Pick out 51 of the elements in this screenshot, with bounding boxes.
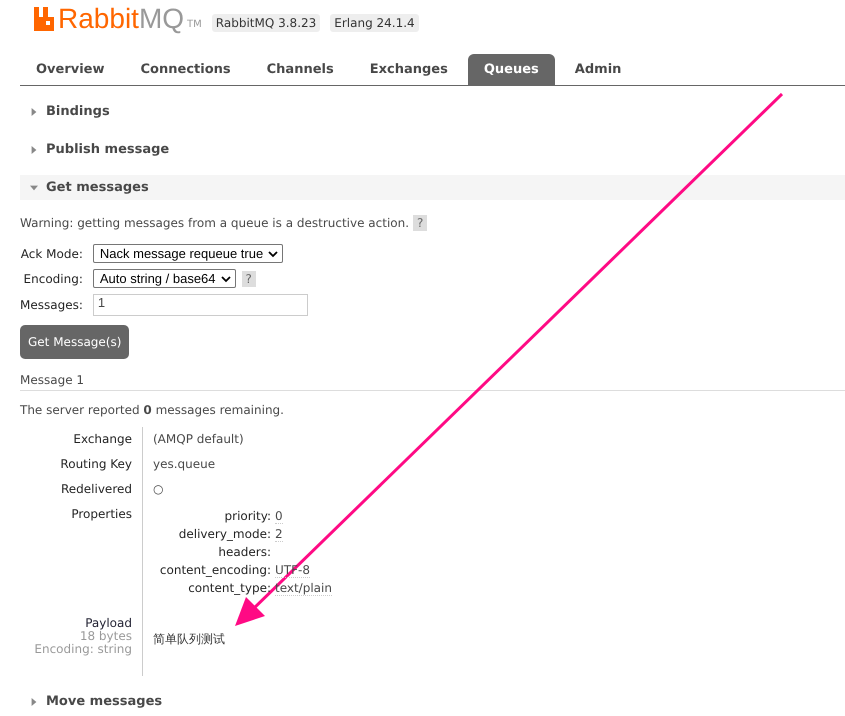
nav-tab[interactable]: Admin: [558, 54, 638, 85]
nav-tab[interactable]: Queues: [468, 54, 555, 85]
property-value: text/plain: [275, 581, 332, 596]
property-value: 2: [275, 527, 283, 542]
section-header[interactable]: Get messages: [20, 175, 845, 200]
fact-value: yes.queue: [153, 457, 216, 471]
nav-tab[interactable]: Connections: [124, 54, 247, 85]
collapse-triangle-icon: [30, 182, 38, 192]
fact-value: (AMQP default): [153, 432, 244, 446]
input-field[interactable]: 1: [92, 294, 308, 316]
version-badge: RabbitMQ 3.8.23: [212, 14, 320, 32]
version-badge: Erlang 24.1.4: [330, 14, 419, 32]
help-button[interactable]: ?: [413, 215, 428, 231]
nav-tab[interactable]: Overview: [20, 54, 121, 85]
rabbitmq-logo: RabbitMQ TM: [32, 4, 202, 34]
payload-encoding: Encoding: string: [33, 643, 132, 656]
help-button[interactable]: ?: [242, 270, 256, 286]
fact-label: Exchange: [73, 432, 132, 446]
expand-triangle-icon: [30, 696, 38, 706]
expand-triangle-icon: [30, 106, 38, 116]
nav-tab[interactable]: Exchanges: [354, 54, 464, 85]
section-header[interactable]: Bindings: [20, 99, 845, 124]
section-header[interactable]: Publish message: [20, 137, 845, 162]
logo-icon: [32, 7, 56, 31]
field-label: Encoding:: [24, 272, 83, 286]
field-label: Messages:: [20, 298, 83, 312]
chevron-down-icon: [268, 248, 278, 258]
property-key: content_encoding:: [160, 563, 271, 577]
dropdown[interactable]: Auto string / base64: [92, 269, 236, 288]
message-heading: Message 1: [20, 373, 86, 387]
property-key: content_type:: [188, 581, 271, 595]
nav-tab[interactable]: Channels: [250, 54, 350, 85]
expand-triangle-icon: [30, 144, 38, 154]
dropdown[interactable]: Nack message requeue true: [92, 244, 284, 263]
chevron-down-icon: [220, 274, 231, 284]
fact-label: Routing Key: [60, 457, 132, 471]
property-key: priority:: [224, 509, 271, 523]
payload-size: 18 bytes: [78, 630, 132, 643]
fact-label: Redelivered: [60, 482, 132, 496]
section-header[interactable]: Move messages: [20, 689, 845, 714]
property-value: 0: [275, 509, 283, 524]
field-label: Ack Mode:: [20, 246, 83, 260]
property-key: delivery_mode:: [178, 527, 271, 541]
fact-value: ○: [153, 482, 164, 496]
payload-text: 简单队列测试: [153, 632, 225, 646]
get-messages-button[interactable]: Get Message(s): [20, 325, 130, 359]
warning-text: Warning: getting messages from a queue is a destructive action.: [20, 216, 410, 230]
fact-label: Payload: [84, 617, 132, 630]
fact-label: Properties: [71, 507, 132, 521]
remaining-text: The server reported 0 messages remaining.: [20, 403, 285, 417]
property-key: headers:: [218, 545, 271, 559]
